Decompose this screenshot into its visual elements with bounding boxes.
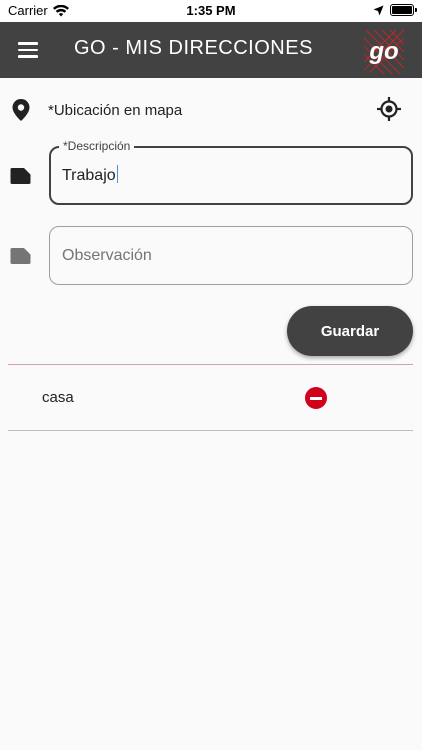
status-time: 1:35 PM bbox=[186, 3, 236, 18]
page-title: GO - MIS DIRECCIONES bbox=[74, 37, 313, 59]
menu-icon-line bbox=[18, 48, 38, 52]
location-pin-icon bbox=[12, 99, 30, 121]
description-value: Trabajo bbox=[62, 167, 116, 184]
remove-bar bbox=[310, 397, 322, 400]
menu-icon-line bbox=[18, 42, 38, 45]
save-button[interactable]: Guardar bbox=[287, 306, 413, 356]
logo-text: go bbox=[368, 38, 398, 65]
app-bar: GO - MIS DIRECCIONES go bbox=[0, 22, 422, 78]
battery-level bbox=[392, 6, 412, 14]
list-divider bbox=[8, 430, 413, 431]
address-name: casa bbox=[42, 389, 74, 406]
description-input[interactable]: Trabajo bbox=[62, 165, 118, 185]
status-right bbox=[373, 4, 417, 16]
observation-input[interactable] bbox=[62, 247, 392, 265]
label-tag-icon bbox=[10, 168, 31, 185]
text-caret bbox=[116, 165, 118, 183]
remove-circle-icon[interactable] bbox=[305, 387, 327, 409]
menu-button[interactable] bbox=[16, 38, 40, 62]
battery-icon bbox=[390, 4, 417, 16]
go-logo: go bbox=[363, 29, 405, 74]
location-arrow-icon bbox=[373, 5, 384, 15]
label-tag-icon bbox=[10, 248, 31, 265]
gps-fixed-icon[interactable] bbox=[376, 96, 402, 122]
observation-field[interactable] bbox=[49, 226, 413, 285]
menu-icon-line bbox=[18, 55, 38, 58]
status-bar: Carrier 1:35 PM bbox=[0, 0, 422, 22]
description-label: *Descripción bbox=[59, 139, 135, 153]
description-field[interactable]: *Descripción Trabajo bbox=[49, 139, 413, 205]
list-item: casa bbox=[8, 365, 413, 430]
map-location-label[interactable]: *Ubicación en mapa bbox=[48, 102, 182, 119]
